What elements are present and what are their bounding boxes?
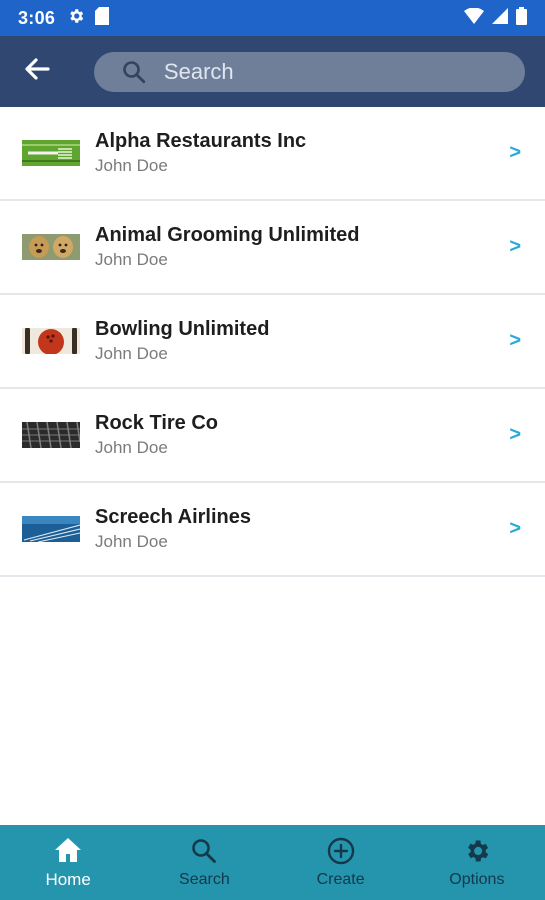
sd-card-icon	[95, 6, 110, 30]
search-box[interactable]	[93, 51, 525, 92]
status-left-icons	[67, 6, 110, 30]
list-item[interactable]: Alpha Restaurants Inc John Doe >	[0, 107, 545, 201]
nav-options-label: Options	[449, 871, 505, 888]
account-list: Alpha Restaurants Inc John Doe > Animal …	[0, 107, 545, 577]
nav-create[interactable]: Create	[273, 825, 409, 900]
list-item-subtitle: John Doe	[95, 438, 168, 457]
list-item-subtitle: John Doe	[95, 156, 168, 175]
alpha-restaurants-thumbnail	[22, 140, 80, 166]
cellular-signal-icon	[492, 7, 508, 29]
gear-icon	[67, 7, 85, 30]
search-icon	[191, 836, 217, 866]
list-item-title: Screech Airlines	[95, 506, 252, 528]
list-item-title: Alpha Restaurants Inc	[95, 130, 307, 152]
status-time: 3:06	[18, 7, 56, 28]
chevron-right-icon: >	[509, 329, 521, 352]
arrow-left-icon	[24, 57, 50, 86]
status-right-icons	[464, 6, 527, 30]
list-item-subtitle: John Doe	[95, 344, 168, 363]
list-item[interactable]: Bowling Unlimited John Doe >	[0, 295, 545, 389]
back-button[interactable]	[20, 55, 54, 89]
list-item-title: Animal Grooming Unlimited	[95, 224, 360, 246]
battery-icon	[516, 6, 527, 30]
wifi-icon	[464, 6, 484, 29]
bowling-thumbnail	[22, 328, 80, 354]
nav-home-label: Home	[45, 870, 91, 889]
screech-airlines-thumbnail	[22, 516, 80, 542]
chevron-right-icon: >	[509, 423, 521, 446]
home-icon	[54, 835, 82, 865]
nav-search-label: Search	[179, 871, 230, 888]
status-bar: 3:06	[0, 0, 545, 36]
animal-grooming-thumbnail	[22, 234, 80, 260]
app-bar	[0, 36, 545, 107]
list-item[interactable]: Rock Tire Co John Doe >	[0, 389, 545, 483]
chevron-right-icon: >	[509, 235, 521, 258]
bottom-navigation: Home Search Create Options	[0, 825, 545, 900]
list-item[interactable]: Animal Grooming Unlimited John Doe >	[0, 201, 545, 295]
nav-home[interactable]: Home	[0, 825, 136, 900]
chevron-right-icon: >	[509, 141, 521, 164]
search-input[interactable]	[163, 58, 464, 85]
search-icon	[122, 60, 146, 84]
list-item-subtitle: John Doe	[95, 250, 168, 269]
nav-options[interactable]: Options	[409, 825, 545, 900]
list-item-subtitle: John Doe	[95, 532, 168, 551]
nav-search[interactable]: Search	[136, 825, 272, 900]
list-item-title: Bowling Unlimited	[95, 318, 270, 340]
plus-circle-icon	[327, 836, 355, 866]
rock-tire-thumbnail	[22, 422, 80, 448]
list-item-title: Rock Tire Co	[95, 412, 218, 434]
chevron-right-icon: >	[509, 517, 521, 540]
list-item[interactable]: Screech Airlines John Doe >	[0, 483, 545, 577]
nav-create-label: Create	[316, 871, 365, 888]
gear-icon	[463, 836, 491, 866]
